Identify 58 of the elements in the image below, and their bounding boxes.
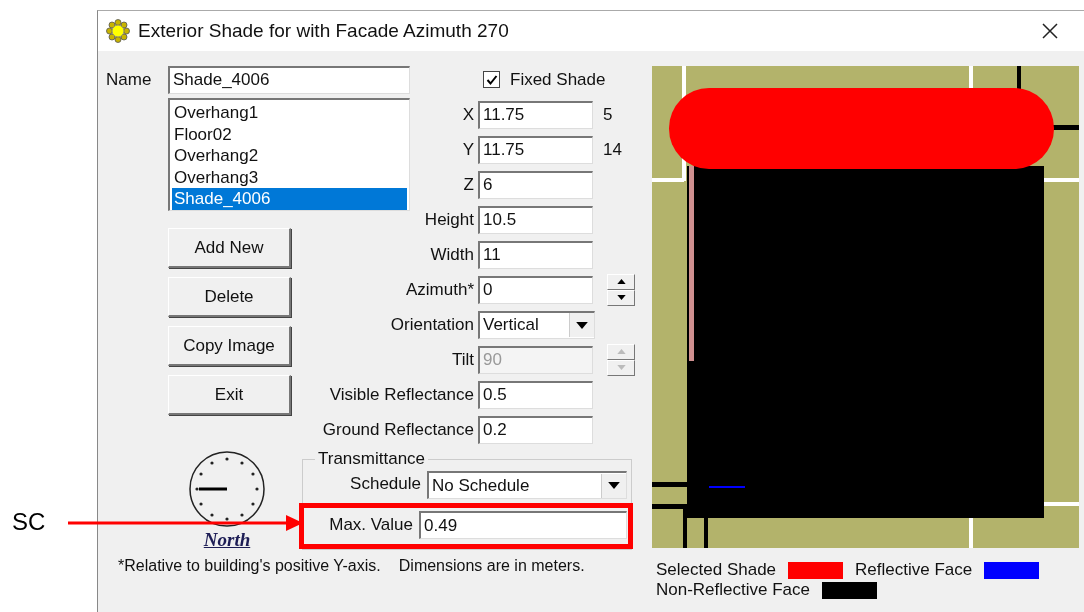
max-value-label: Max. Value	[329, 515, 413, 535]
fixed-shade-label: Fixed Shade	[510, 69, 606, 90]
list-item[interactable]: Overhang3	[172, 166, 407, 189]
triangle-down-icon	[616, 295, 626, 300]
field-label: Ground Reflectance	[322, 419, 475, 440]
value-field[interactable]: 11.75	[478, 135, 593, 164]
window-title: Exterior Shade for with Facade Azimuth 270	[138, 20, 510, 42]
value-field[interactable]: 0	[478, 275, 593, 304]
field-label: Width	[430, 244, 475, 265]
list-item[interactable]: Floor02	[172, 123, 407, 146]
list-item[interactable]: Overhang2	[172, 145, 407, 167]
field-label: Tilt	[451, 349, 475, 370]
footnote: *Relative to building's positive Y-axis.	[118, 557, 381, 575]
field-label: Visible Reflectance	[329, 384, 475, 405]
legend-label: Non-Reflective Face	[656, 580, 810, 600]
footnote: Dimensions are in meters.	[398, 557, 585, 575]
list-item[interactable]: Shade_4006	[172, 188, 407, 210]
shade-list[interactable]: Overhang1 Floor02 Overhang2 Overhang3 Shade_4006	[168, 98, 410, 211]
value-field[interactable]: 10.5	[478, 205, 593, 234]
value-field[interactable]: 0.5	[478, 380, 593, 409]
triangle-up-icon	[616, 349, 626, 354]
fixed-shade-checkbox[interactable]	[483, 71, 500, 88]
field-label: Y	[462, 139, 475, 160]
legend-label: Selected Shade	[656, 560, 777, 580]
name-label: Name	[105, 69, 153, 90]
field-note: 14	[602, 139, 623, 160]
value-field[interactable]: 0.2	[478, 415, 593, 444]
dialog-button[interactable]: Copy Image	[168, 326, 291, 366]
dialog-button[interactable]: Exit	[168, 375, 291, 415]
group-title: Transmittance	[317, 449, 427, 469]
annotation-label: SC	[12, 508, 46, 536]
field-label: Z	[463, 174, 475, 195]
schedule-label: Schedule	[350, 474, 421, 494]
spin-up-button[interactable]	[607, 273, 635, 290]
schedule-dropdown[interactable]: No Schedule	[427, 471, 627, 499]
field-note: 5	[602, 104, 614, 125]
value-field[interactable]: 11.75	[478, 100, 593, 129]
north-link[interactable]: North	[203, 529, 251, 551]
triangle-up-icon	[616, 279, 626, 284]
compass-icon	[187, 449, 267, 529]
value-field[interactable]: 11	[478, 240, 593, 269]
triangle-down-icon	[616, 365, 626, 370]
field-label: Orientation	[390, 314, 475, 335]
field-label: Height	[424, 209, 475, 230]
close-icon[interactable]	[1042, 23, 1058, 39]
dialog-button[interactable]: Delete	[168, 277, 291, 317]
dialog-button[interactable]: Add New	[168, 228, 291, 268]
list-item[interactable]: Overhang1	[172, 102, 407, 124]
orientation-dropdown[interactable]: Vertical	[478, 310, 595, 339]
max-value-field[interactable]: 0.49	[419, 511, 627, 539]
sun-icon	[106, 19, 130, 43]
legend-label: Reflective Face	[855, 560, 973, 580]
name-field[interactable]: Shade_4006	[168, 65, 410, 94]
field-label: X	[462, 104, 475, 125]
field-label: Azimuth*	[405, 279, 475, 300]
caret-icon	[576, 321, 588, 329]
caret-icon	[608, 482, 620, 489]
value-field[interactable]: 6	[478, 170, 593, 199]
